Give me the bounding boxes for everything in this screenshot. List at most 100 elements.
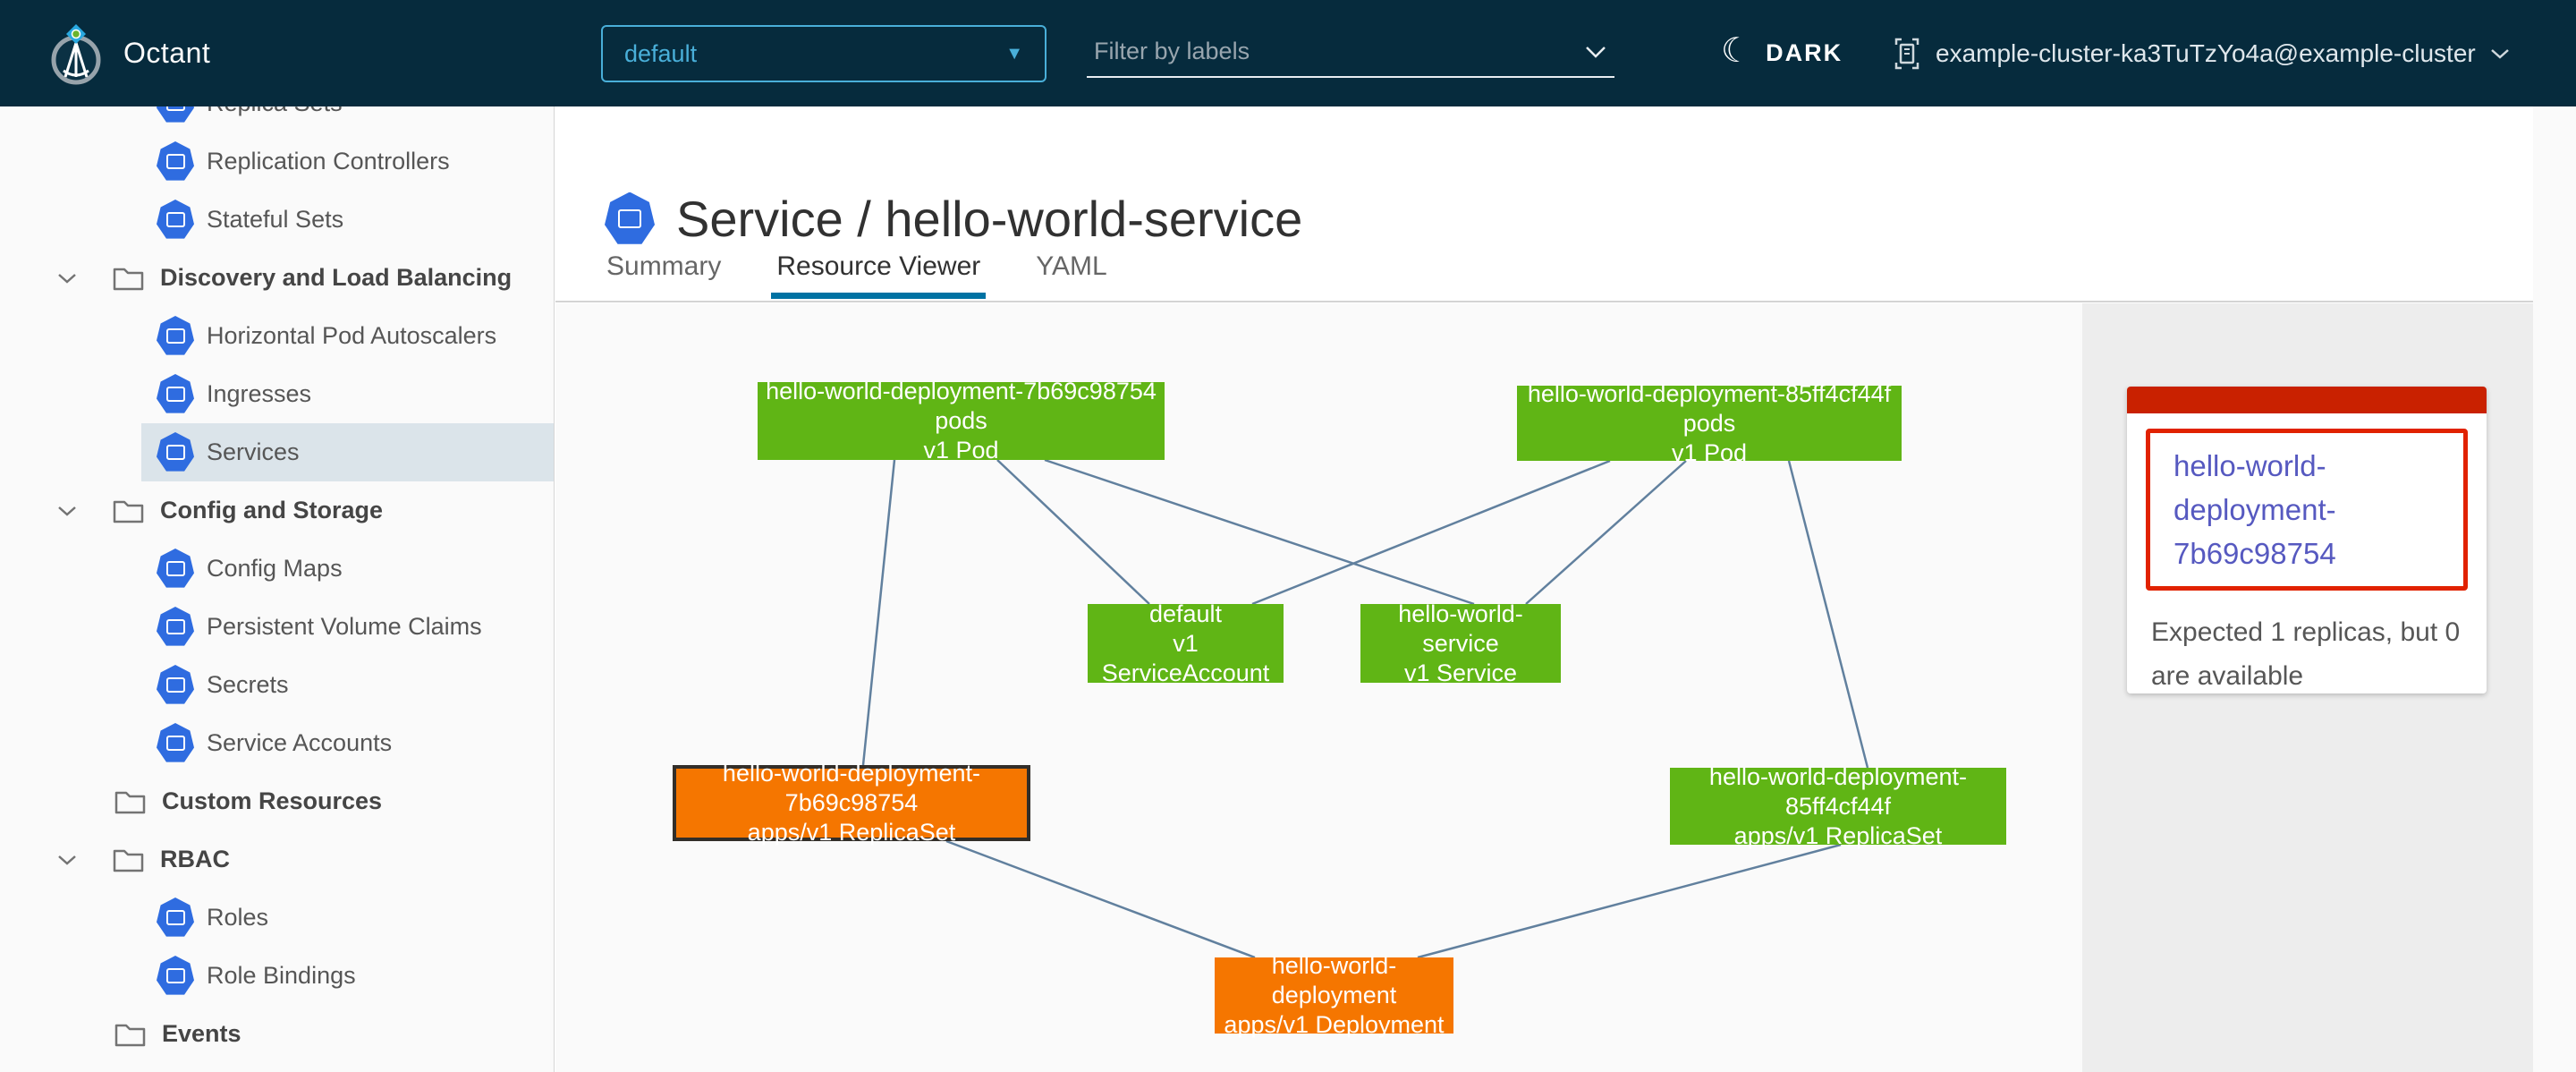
sidebar-item-replica-sets[interactable]: Replica Sets [0, 106, 554, 132]
chevron-down-icon[interactable] [57, 505, 77, 517]
resource-icon [157, 607, 194, 647]
tab-bar: Summary Resource Viewer YAML [606, 251, 1107, 296]
graph-node-dep[interactable]: hello-world-deploymentapps/v1 Deployment [1215, 957, 1453, 1034]
graph-node-pod1[interactable]: hello-world-deployment-7b69c98754 podsv1… [758, 382, 1165, 460]
label-filter-input[interactable]: Filter by labels [1087, 27, 1614, 78]
status-bar-error [2127, 387, 2487, 413]
node-label: hello-world-deployment-85ff4cf44f pods [1517, 379, 1902, 438]
resource-icon [157, 106, 194, 123]
node-sublabel: v1 Pod [1672, 438, 1747, 468]
resource-icon [157, 723, 194, 763]
sidebar-item-roles[interactable]: Roles [0, 889, 554, 947]
sidebar-item-rbac[interactable]: RBAC [0, 830, 554, 889]
node-sublabel: apps/v1 ReplicaSet [1734, 821, 1943, 851]
graph-node-sa[interactable]: defaultv1 ServiceAccount [1088, 604, 1284, 683]
resource-icon [157, 432, 194, 472]
tab-summary[interactable]: Summary [606, 251, 721, 296]
service-resource-icon [605, 192, 655, 246]
node-label: hello-world-deployment [1215, 951, 1453, 1010]
tab-resource-viewer[interactable]: Resource Viewer [776, 251, 980, 296]
graph-node-rs1[interactable]: hello-world-deployment-7b69c98754apps/v1… [673, 765, 1030, 841]
sidebar-item-label: Custom Resources [162, 787, 382, 815]
resource-icon [157, 141, 194, 182]
sidebar-item-events[interactable]: Events [0, 1005, 554, 1063]
node-label: hello-world-deployment-7b69c98754 [676, 759, 1027, 818]
sidebar-item-label: Secrets [207, 671, 289, 699]
label-filter-placeholder: Filter by labels [1094, 38, 1250, 65]
chevron-down-icon [2490, 47, 2510, 60]
graph-node-svc[interactable]: hello-world-servicev1 Service [1360, 604, 1561, 683]
context-selector[interactable]: example-cluster-ka3TuTzYo4a@example-clus… [1893, 0, 2510, 106]
chevron-down-icon[interactable] [57, 272, 77, 285]
sidebar-item-label: Roles [207, 904, 268, 932]
node-sublabel: apps/v1 Deployment [1224, 1010, 1444, 1040]
octant-logo-icon [48, 23, 104, 86]
folder-icon [112, 264, 145, 292]
tab-yaml[interactable]: YAML [1036, 251, 1106, 296]
sidebar-item-service-accounts[interactable]: Service Accounts [0, 714, 554, 772]
node-sublabel: v1 ServiceAccount [1088, 629, 1284, 688]
node-label: hello-world-service [1360, 600, 1561, 659]
dropdown-caret-icon: ▼ [1005, 44, 1023, 64]
sidebar-item-discovery-and-load-balancing[interactable]: Discovery and Load Balancing [0, 249, 554, 307]
sidebar-item-label: Role Bindings [207, 962, 356, 990]
sidebar-item-label: Horizontal Pod Autoscalers [207, 322, 496, 350]
resource-icon [157, 665, 194, 705]
node-label: default [1149, 600, 1222, 629]
sidebar-item-ingresses[interactable]: Ingresses [0, 365, 554, 423]
replica-status-card: hello-world-deployment-7b69c98754 Expect… [2127, 387, 2487, 693]
app-header: Octant default ▼ Filter by labels ☾ DARK… [0, 0, 2576, 106]
sidebar-item-config-and-storage[interactable]: Config and Storage [0, 481, 554, 540]
sidebar-item-label: Services [207, 438, 300, 466]
sidebar: Replica Sets Replication Controllers State… [0, 106, 555, 1072]
sidebar-item-label: Stateful Sets [207, 206, 343, 234]
node-label: hello-world-deployment-85ff4cf44f [1670, 762, 2006, 821]
folder-icon [112, 497, 145, 524]
sidebar-item-label: Service Accounts [207, 729, 392, 757]
status-message: Expected 1 replicas, but 0 are available [2146, 610, 2468, 693]
moon-icon: ☾ [1721, 34, 1751, 68]
resource-icon [157, 374, 194, 414]
sidebar-item-secrets[interactable]: Secrets [0, 656, 554, 714]
sidebar-item-label: Persistent Volume Claims [207, 613, 482, 641]
sidebar-item-label: Config Maps [207, 555, 343, 583]
sidebar-item-label: Replication Controllers [207, 148, 450, 175]
sidebar-item-horizontal-pod-autoscalers[interactable]: Horizontal Pod Autoscalers [0, 307, 554, 365]
namespace-dropdown[interactable]: default ▼ [601, 25, 1046, 82]
folder-icon [114, 787, 147, 815]
chevron-down-icon[interactable] [1584, 45, 1607, 59]
page-title-text: Service / hello-world-service [676, 190, 1302, 248]
sidebar-item-replication-controllers[interactable]: Replication Controllers [0, 132, 554, 191]
app-name[interactable]: Octant [123, 0, 210, 106]
sidebar-item-label: RBAC [160, 846, 230, 873]
folder-icon [114, 1020, 147, 1048]
sidebar-item-label: Events [162, 1020, 242, 1048]
resource-icon [157, 200, 194, 240]
sidebar-item-stateful-sets[interactable]: Stateful Sets [0, 191, 554, 249]
graph-node-pod2[interactable]: hello-world-deployment-85ff4cf44f podsv1… [1517, 386, 1902, 461]
theme-toggle[interactable]: ☾ DARK [1721, 0, 1843, 106]
sidebar-item-role-bindings[interactable]: Role Bindings [0, 947, 554, 1005]
chevron-down-icon[interactable] [57, 854, 77, 866]
sidebar-item-config-maps[interactable]: Config Maps [0, 540, 554, 598]
context-label: example-cluster-ka3TuTzYo4a@example-clus… [1936, 39, 2476, 68]
folder-icon [112, 846, 145, 873]
scrollbar-track[interactable] [2533, 106, 2576, 1072]
detail-panel: hello-world-deployment-7b69c98754 Expect… [2082, 303, 2533, 1072]
graph-node-rs2[interactable]: hello-world-deployment-85ff4cf44fapps/v1… [1670, 768, 2006, 845]
cluster-icon [1893, 38, 1921, 70]
theme-toggle-label: DARK [1766, 39, 1843, 67]
sidebar-item-label: Discovery and Load Balancing [160, 264, 512, 292]
sidebar-item-label: Replica Sets [207, 106, 343, 117]
resource-icon [157, 898, 194, 938]
sidebar-item-services[interactable]: Services [0, 423, 554, 481]
sidebar-item-custom-resources[interactable]: Custom Resources [0, 772, 554, 830]
page-title: Service / hello-world-service [605, 190, 1302, 248]
namespace-value: default [624, 40, 697, 68]
resource-link[interactable]: hello-world-deployment-7b69c98754 [2146, 429, 2468, 591]
tab-bar-divider [555, 301, 2535, 302]
resource-icon [157, 549, 194, 589]
sidebar-item-label: Ingresses [207, 380, 311, 408]
sidebar-item-persistent-volume-claims[interactable]: Persistent Volume Claims [0, 598, 554, 656]
node-label: hello-world-deployment-7b69c98754 pods [758, 377, 1165, 436]
